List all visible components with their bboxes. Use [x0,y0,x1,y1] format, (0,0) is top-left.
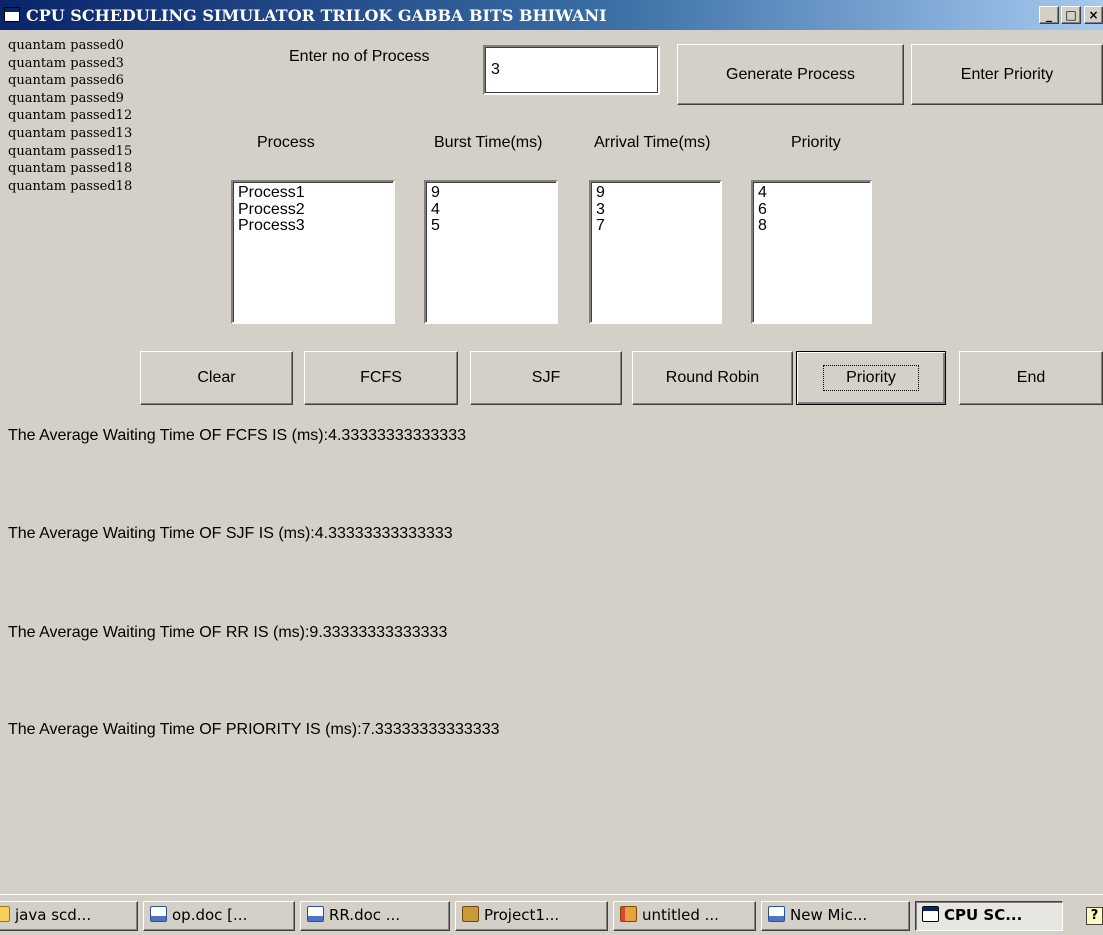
generate-process-button[interactable]: Generate Process [677,44,904,105]
word-doc-icon [768,906,785,922]
list-item[interactable]: 7 [596,217,715,235]
sjf-button[interactable]: SJF [470,351,622,405]
taskbar-item-op-doc[interactable]: op.doc [... [143,901,295,931]
list-item[interactable]: Process3 [238,217,388,235]
paint-icon [620,906,637,922]
folder-icon [0,906,10,922]
taskbar: java scd... op.doc [... RR.doc ... Proje… [0,894,1103,935]
clear-button[interactable]: Clear [140,351,293,405]
taskbar-item-label: New Mic... [790,906,868,924]
taskbar-item-label: java scd... [15,906,92,924]
burst-time-column-header: Burst Time(ms) [434,134,543,151]
priority-result: The Average Waiting Time OF PRIORITY IS … [8,721,500,738]
process-list[interactable]: Process1 Process2 Process3 [231,180,395,324]
window-title: CPU SCHEDULING SIMULATOR TRILOK GABBA BI… [26,6,607,25]
taskbar-item-label: Project1... [484,906,560,924]
close-button[interactable]: × [1084,6,1103,24]
word-doc-icon [307,906,324,922]
arrival-time-column-header: Arrival Time(ms) [594,134,711,151]
list-item[interactable]: 4 [431,201,551,219]
sjf-result: The Average Waiting Time OF SJF IS (ms):… [8,525,453,542]
list-item[interactable]: 9 [596,184,715,202]
quantum-log-line: quantam passed6 [8,73,124,89]
list-item[interactable]: Process2 [238,201,388,219]
taskbar-item-label: untitled ... [642,906,719,924]
fcfs-result: The Average Waiting Time OF FCFS IS (ms)… [8,427,466,444]
taskbar-item-java-scd[interactable]: java scd... [0,901,138,931]
taskbar-item-label: CPU SC... [944,906,1023,924]
help-icon[interactable]: ? [1086,907,1103,925]
taskbar-item-label: op.doc [... [172,906,248,924]
list-item[interactable]: 4 [758,184,865,202]
enter-priority-button[interactable]: Enter Priority [911,44,1103,105]
end-button[interactable]: End [959,351,1103,405]
minimize-button[interactable]: _ [1039,6,1059,24]
process-count-input[interactable] [483,45,660,95]
list-item[interactable]: 9 [431,184,551,202]
vb-project-icon [462,906,479,922]
process-column-header: Process [257,134,315,151]
list-item[interactable]: Process1 [238,184,388,202]
quantum-log-line: quantam passed13 [8,125,133,141]
taskbar-item-label: RR.doc ... [329,906,401,924]
round-robin-button[interactable]: Round Robin [632,351,793,405]
quantum-log-line: quantam passed9 [8,90,124,106]
priority-column-header: Priority [791,134,841,151]
priority-button-label: Priority [823,365,919,391]
taskbar-item-cpu-sc[interactable]: CPU SC... [915,901,1063,931]
taskbar-item-project1[interactable]: Project1... [455,901,608,931]
burst-time-list[interactable]: 9 4 5 [424,180,558,324]
taskbar-item-new-mic[interactable]: New Mic... [761,901,910,931]
taskbar-item-untitled[interactable]: untitled ... [613,901,756,931]
list-item[interactable]: 3 [596,201,715,219]
taskbar-item-rr-doc[interactable]: RR.doc ... [300,901,450,931]
maximize-button[interactable]: □ [1061,6,1081,24]
quantum-log-line: quantam passed12 [8,108,133,124]
quantum-log-line: quantam passed0 [8,38,124,53]
window-icon [922,906,939,922]
priority-list[interactable]: 4 6 8 [751,180,872,324]
word-doc-icon [150,906,167,922]
process-count-label: Enter no of Process [289,48,430,65]
list-item[interactable]: 8 [758,217,865,235]
list-item[interactable]: 6 [758,201,865,219]
list-item[interactable]: 5 [431,217,551,235]
app-window-icon [4,7,20,22]
priority-button[interactable]: Priority [796,351,946,405]
rr-result: The Average Waiting Time OF RR IS (ms):9… [8,624,448,641]
arrival-time-list[interactable]: 9 3 7 [589,180,722,324]
quantum-log-line: quantam passed18 [8,161,133,177]
quantum-log: quantam passed0 quantam passed3 quantam … [8,37,208,195]
quantum-log-line: quantam passed15 [8,143,133,159]
title-bar[interactable]: CPU SCHEDULING SIMULATOR TRILOK GABBA BI… [0,0,1103,30]
quantum-log-line: quantam passed3 [8,55,124,71]
quantum-log-line: quantam passed18 [8,178,133,194]
fcfs-button[interactable]: FCFS [304,351,458,405]
